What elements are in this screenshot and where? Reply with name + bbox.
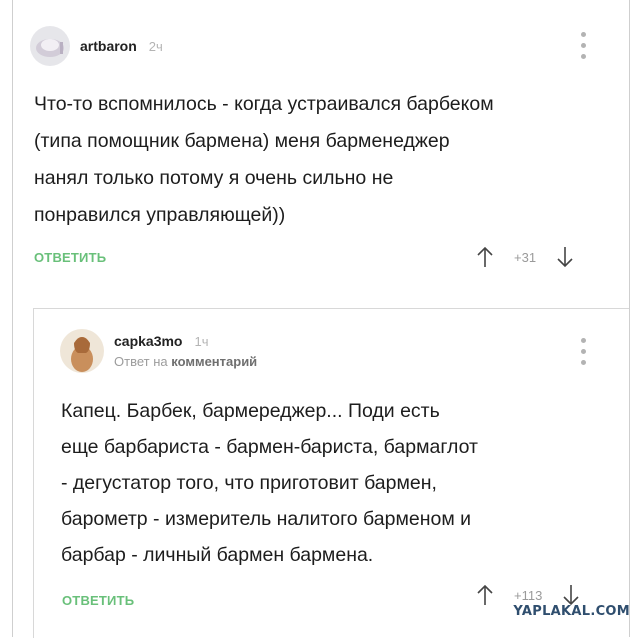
comment-line: барбар - личный бармен бармена. xyxy=(61,544,374,566)
vote-controls: +113 xyxy=(476,584,580,606)
comment-actions: ОТВЕТИТЬ xyxy=(62,593,134,608)
arrow-down-icon[interactable] xyxy=(556,246,574,268)
more-vertical-icon[interactable] xyxy=(580,338,586,365)
comment-line: (типа помощник бармена) меня барменеджер xyxy=(34,130,450,152)
comment-body: Что-то вспомнилось - когда устраивался б… xyxy=(34,86,494,234)
score: +31 xyxy=(514,249,537,265)
score: +113 xyxy=(514,587,543,603)
username[interactable]: artbaron xyxy=(80,38,137,54)
comment-line: - дегустатор того, что приготовит бармен… xyxy=(61,472,437,494)
comment-line: понравился управляющей)) xyxy=(34,204,286,226)
comment-line: барометр - измеритель налитого барменом … xyxy=(61,508,472,530)
comment-line: нанял только потому я очень сильно не xyxy=(34,167,394,189)
comment-line: Капец. Барбек, бармереджер... Поди есть xyxy=(61,400,440,422)
comment-body: Капец. Барбек, бармереджер... Поди есть … xyxy=(61,393,478,573)
reply-prefix: Ответ на xyxy=(114,354,168,369)
comment-header: artbaron 2ч xyxy=(30,26,163,66)
watermark: YAPLAKAL.COM xyxy=(513,604,630,619)
comment-header: capka3mo 1ч Ответ на комментарий xyxy=(60,329,257,373)
arrow-up-icon[interactable] xyxy=(476,584,494,606)
reply-button[interactable]: ОТВЕТИТЬ xyxy=(62,593,134,608)
comment-time: 2ч xyxy=(148,38,163,54)
comment-line: Что-то вспомнилось - когда устраивался б… xyxy=(34,93,494,115)
arrow-up-icon[interactable] xyxy=(476,246,494,268)
reply-button[interactable]: ОТВЕТИТЬ xyxy=(34,250,106,265)
comment-actions: ОТВЕТИТЬ xyxy=(34,250,106,265)
comment-line: еще барбариста - бармен-бариста, бармагл… xyxy=(61,436,478,458)
username[interactable]: capka3mo xyxy=(114,333,182,349)
reply-to-line: Ответ на комментарий xyxy=(114,354,257,369)
reply-target-link[interactable]: комментарий xyxy=(171,354,257,369)
avatar-artbaron[interactable] xyxy=(30,26,70,66)
vote-controls: +31 xyxy=(476,246,574,268)
avatar-capka3mo[interactable] xyxy=(60,329,104,373)
comment-time: 1ч xyxy=(194,333,209,349)
arrow-down-icon[interactable] xyxy=(562,584,580,606)
more-vertical-icon[interactable] xyxy=(580,32,586,59)
